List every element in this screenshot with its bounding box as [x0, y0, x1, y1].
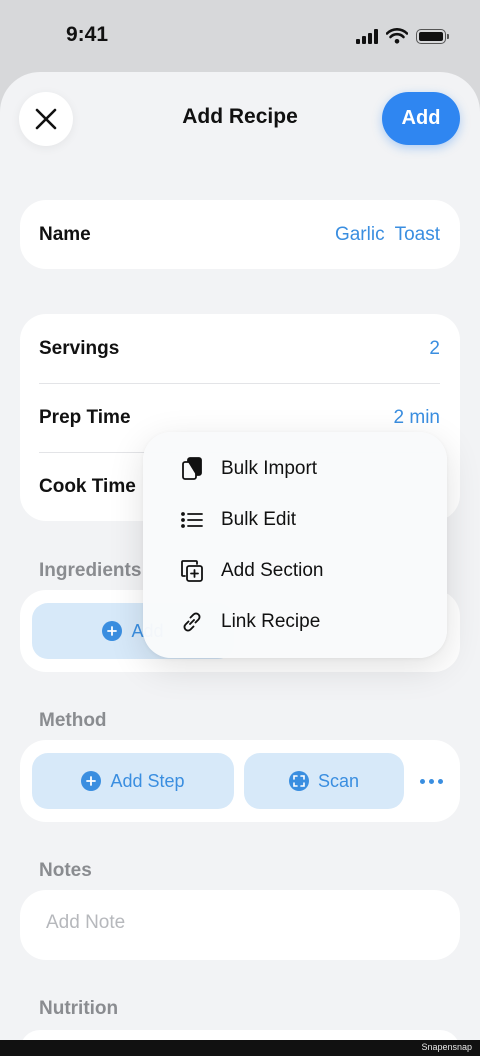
name-value[interactable]: Garlic Toast	[335, 224, 440, 246]
name-row[interactable]: Name Garlic Toast	[20, 200, 460, 269]
scan-icon	[288, 771, 309, 791]
name-word: Toast	[394, 223, 440, 245]
add-step-label: Add Step	[110, 770, 185, 791]
status-bar: 9:41	[0, 0, 480, 72]
notes-header: Notes	[39, 860, 92, 881]
name-word: Garlic	[334, 223, 385, 245]
notes-card[interactable]: Add Note	[20, 890, 460, 960]
status-icons	[356, 28, 449, 44]
servings-row[interactable]: Servings 2	[20, 314, 460, 383]
menu-item-link-recipe[interactable]: Link Recipe	[143, 596, 447, 647]
wifi-icon	[386, 28, 408, 44]
menu-item-label: Bulk Edit	[221, 508, 296, 530]
menu-item-label: Link Recipe	[221, 610, 321, 632]
link-icon	[179, 609, 205, 635]
notes-input[interactable]: Add Note	[46, 912, 125, 934]
watermark: Snapensnap	[421, 1042, 472, 1052]
nutrition-card	[20, 1030, 460, 1040]
servings-label: Servings	[39, 337, 120, 359]
name-card: Name Garlic Toast	[20, 200, 460, 269]
more-options-icon[interactable]	[420, 779, 443, 784]
servings-value[interactable]: 2	[429, 338, 440, 360]
list-icon	[179, 507, 205, 533]
plus-circle-icon	[81, 771, 102, 791]
plus-circle-icon	[102, 621, 123, 641]
bulk-import-icon	[179, 456, 205, 482]
name-label: Name	[39, 223, 91, 245]
scan-label: Scan	[317, 770, 360, 791]
prep-time-label: Prep Time	[39, 406, 131, 428]
method-header: Method	[39, 710, 107, 731]
menu-item-bulk-edit[interactable]: Bulk Edit	[143, 494, 447, 545]
nutrition-header: Nutrition	[39, 998, 119, 1019]
add-button[interactable]: Add	[382, 92, 460, 145]
bottom-bar: Snapensnap	[0, 1040, 480, 1056]
status-time: 9:41	[66, 23, 109, 46]
options-menu: Bulk Import Bulk Edit Add Section Link R…	[143, 432, 447, 658]
menu-item-add-section[interactable]: Add Section	[143, 545, 447, 596]
ingredients-header: Ingredients	[39, 560, 142, 581]
prep-time-value[interactable]: 2 min	[394, 407, 440, 429]
cook-time-label: Cook Time	[39, 475, 136, 497]
menu-item-label: Bulk Import	[221, 457, 318, 479]
menu-item-bulk-import[interactable]: Bulk Import	[143, 443, 447, 494]
add-step-button[interactable]: Add Step	[32, 753, 234, 809]
cellular-signal-icon	[356, 28, 378, 44]
menu-item-label: Add Section	[221, 559, 324, 581]
battery-icon	[416, 28, 449, 44]
scan-button[interactable]: Scan	[244, 753, 404, 809]
add-section-icon	[179, 558, 205, 584]
nav-bar: Add Recipe Add	[0, 72, 480, 164]
